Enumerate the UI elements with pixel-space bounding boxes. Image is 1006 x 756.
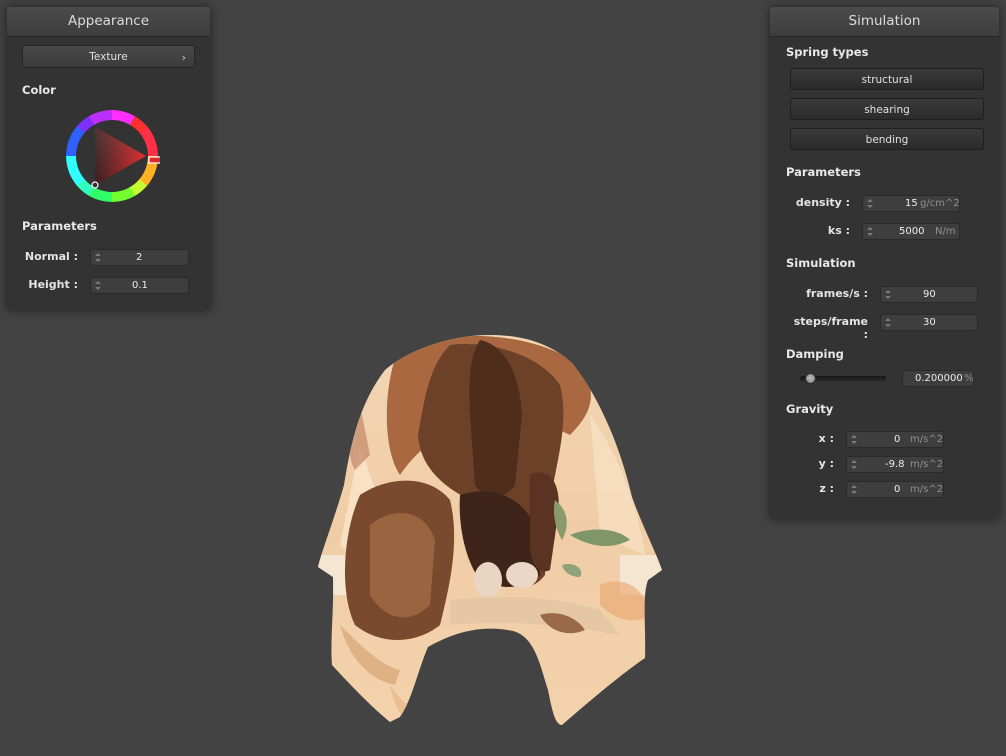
structural-button[interactable]: structural (790, 68, 984, 90)
appearance-parameters-label: Parameters (22, 219, 97, 233)
height-value: 0.1 (132, 280, 148, 291)
ks-unit: N/m (935, 226, 956, 237)
spinner-icon[interactable] (95, 250, 103, 265)
gravity-z-field[interactable]: 0 m/s^2 (846, 481, 944, 498)
shearing-button[interactable]: shearing (790, 98, 984, 120)
gravity-y-unit: m/s^2 (910, 459, 944, 470)
gravity-x-unit: m/s^2 (910, 434, 944, 445)
density-field[interactable]: 15 g/cm^2 (862, 195, 960, 212)
gravity-x-field[interactable]: 0 m/s^2 (846, 431, 944, 448)
sim-parameters-label: Parameters (786, 165, 861, 179)
fps-label: frames/s : (806, 287, 868, 300)
height-field[interactable]: 0.1 (90, 277, 189, 294)
normal-field[interactable]: 2 (90, 249, 189, 266)
gravity-x-label: x : (818, 432, 834, 445)
gravity-y-field[interactable]: -9.8 m/s^2 (846, 456, 944, 473)
normal-label: Normal : (24, 250, 78, 263)
gravity-label: Gravity (786, 402, 834, 416)
ks-value: 5000 (899, 226, 925, 237)
damping-field[interactable]: 0.200000 % (902, 370, 974, 387)
gravity-z-value: 0 (894, 484, 901, 495)
fps-value: 90 (923, 289, 936, 300)
spinner-icon[interactable] (885, 287, 893, 302)
spinner-icon[interactable] (851, 457, 859, 472)
gravity-z-unit: m/s^2 (910, 484, 944, 495)
texture-popup-button[interactable]: Texture › (22, 45, 195, 68)
saturation-triangle[interactable] (95, 127, 146, 185)
cloth-mesh-viewport[interactable] (300, 325, 680, 735)
fps-field[interactable]: 90 (880, 286, 978, 303)
damping-unit: % (964, 373, 974, 384)
steps-value: 30 (923, 317, 936, 328)
simulation-section-label: Simulation (786, 256, 856, 270)
simulation-panel-title[interactable]: Simulation (770, 7, 999, 37)
ks-field[interactable]: 5000 N/m (862, 223, 960, 240)
color-wheel[interactable] (64, 108, 160, 204)
steps-label: steps/frame : (793, 315, 868, 341)
spinner-icon[interactable] (95, 278, 103, 293)
gravity-z-label: z : (819, 482, 834, 495)
texture-button-label: Texture (89, 51, 128, 63)
simulation-panel: Simulation Spring types structural shear… (770, 7, 999, 519)
appearance-panel-title[interactable]: Appearance (7, 7, 210, 37)
gravity-y-label: y : (818, 457, 834, 470)
steps-field[interactable]: 30 (880, 314, 978, 331)
density-unit: g/cm^2 (920, 198, 960, 209)
damping-label: Damping (786, 347, 844, 361)
color-section-label: Color (22, 83, 56, 97)
spinner-icon[interactable] (867, 224, 875, 239)
normal-value: 2 (136, 252, 143, 263)
appearance-panel: Appearance Texture › Color Parameters No… (7, 7, 210, 310)
ks-label: ks : (827, 224, 850, 237)
spinner-icon[interactable] (867, 196, 875, 211)
height-label: Height : (28, 278, 78, 291)
spinner-icon[interactable] (885, 315, 893, 330)
density-value: 15 (905, 198, 918, 209)
gravity-x-value: 0 (894, 434, 901, 445)
density-label: density : (795, 196, 850, 209)
gravity-y-value: -9.8 (885, 459, 905, 470)
spring-types-label: Spring types (786, 45, 869, 59)
damping-value: 0.200000 (915, 373, 963, 384)
spinner-icon[interactable] (851, 432, 859, 447)
spinner-icon[interactable] (851, 482, 859, 497)
chevron-right-icon: › (181, 51, 186, 64)
damping-slider-knob[interactable] (805, 373, 817, 384)
bending-button[interactable]: bending (790, 128, 984, 150)
hue-selector-marker[interactable] (148, 156, 160, 164)
